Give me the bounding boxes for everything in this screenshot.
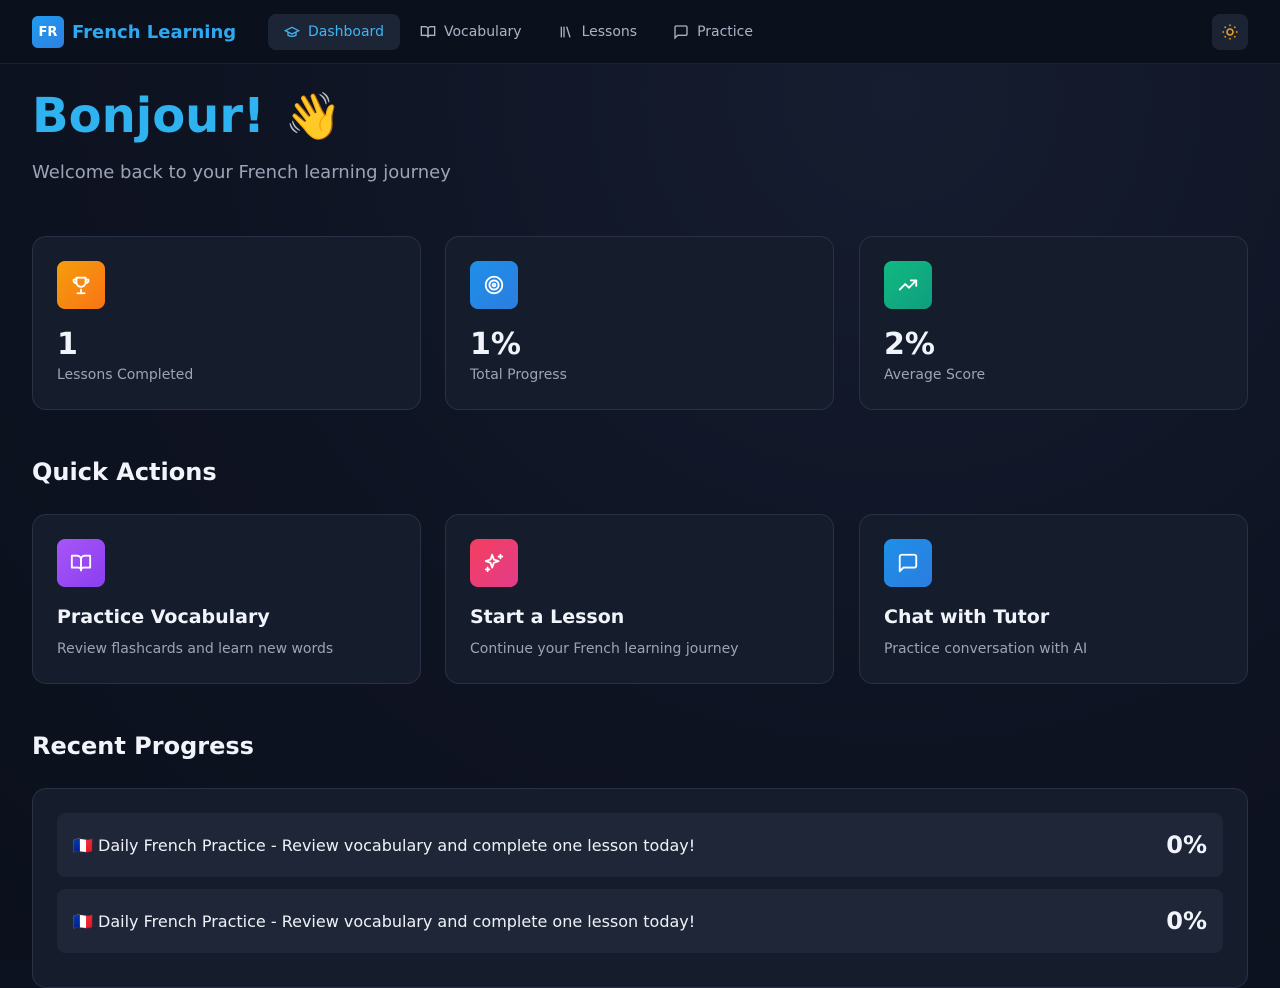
book-open-icon — [57, 539, 105, 587]
progress-item[interactable]: 🇫🇷 Daily French Practice - Review vocabu… — [57, 889, 1223, 953]
recent-progress-heading: Recent Progress — [32, 732, 254, 760]
progress-item[interactable]: 🇫🇷 Daily French Practice - Review vocabu… — [57, 813, 1223, 877]
action-card-practice-vocabulary[interactable]: Practice Vocabulary Review flashcards an… — [32, 514, 421, 684]
nav-label: Lessons — [581, 24, 638, 40]
action-title: Practice Vocabulary — [57, 606, 270, 628]
sun-icon — [1222, 24, 1238, 40]
book-open-icon — [420, 26, 436, 38]
quick-actions-heading: Quick Actions — [32, 458, 217, 486]
brand[interactable]: FR French Learning — [32, 16, 236, 48]
action-description: Practice conversation with AI — [884, 641, 1088, 657]
nav-item-practice[interactable]: Practice — [657, 14, 769, 50]
stat-label: Average Score — [884, 367, 986, 383]
nav-label: Dashboard — [308, 24, 384, 40]
waving-hand-emoji: 👋 — [284, 88, 343, 143]
action-card-chat-with-tutor[interactable]: Chat with Tutor Practice conversation wi… — [859, 514, 1248, 684]
greeting-text: Bonjour! — [32, 88, 265, 144]
top-navigation-bar: FR French Learning Dashboard Vocabulary … — [0, 0, 1280, 64]
stat-value: 2% — [884, 327, 935, 362]
stat-card-total-progress: 1% Total Progress — [445, 236, 834, 410]
progress-item-text: 🇫🇷 Daily French Practice - Review vocabu… — [73, 835, 696, 855]
action-description: Continue your French learning journey — [470, 641, 739, 657]
stat-value: 1 — [57, 327, 78, 362]
stat-card-lessons-completed: 1 Lessons Completed — [32, 236, 421, 410]
stat-value: 1% — [470, 327, 521, 362]
nav-label: Vocabulary — [443, 24, 522, 40]
sparkles-icon — [470, 539, 518, 587]
message-square-icon — [674, 25, 688, 40]
nav-item-lessons[interactable]: Lessons — [542, 14, 654, 50]
action-description: Review flashcards and learn new words — [57, 641, 334, 657]
stat-label: Lessons Completed — [57, 367, 194, 383]
action-title: Start a Lesson — [470, 606, 625, 628]
target-icon — [470, 261, 518, 309]
graduation-cap-icon — [284, 26, 300, 37]
theme-toggle-button[interactable] — [1212, 14, 1248, 50]
brand-logo: FR — [32, 16, 64, 48]
nav-label: Practice — [697, 24, 753, 40]
message-square-icon — [884, 539, 932, 587]
action-card-start-lesson[interactable]: Start a Lesson Continue your French lear… — [445, 514, 834, 684]
library-icon — [560, 26, 571, 38]
stat-card-average-score: 2% Average Score — [859, 236, 1248, 410]
brand-name: French Learning — [72, 21, 237, 43]
stat-label: Total Progress — [470, 367, 567, 383]
progress-item-percent: 0% — [1166, 831, 1207, 859]
nav-item-vocabulary[interactable]: Vocabulary — [404, 14, 538, 50]
nav-item-dashboard[interactable]: Dashboard — [268, 14, 400, 50]
action-title: Chat with Tutor — [884, 606, 1050, 628]
main-nav: Dashboard Vocabulary Lessons Practice — [268, 14, 773, 50]
progress-item-percent: 0% — [1166, 907, 1207, 935]
page-subtitle: Welcome back to your French learning jou… — [32, 162, 451, 183]
page-title: Bonjour! 👋 — [32, 88, 342, 144]
trending-up-icon — [884, 261, 932, 309]
recent-progress-panel: 🇫🇷 Daily French Practice - Review vocabu… — [32, 788, 1248, 988]
progress-item-text: 🇫🇷 Daily French Practice - Review vocabu… — [73, 911, 696, 931]
trophy-icon — [57, 261, 105, 309]
